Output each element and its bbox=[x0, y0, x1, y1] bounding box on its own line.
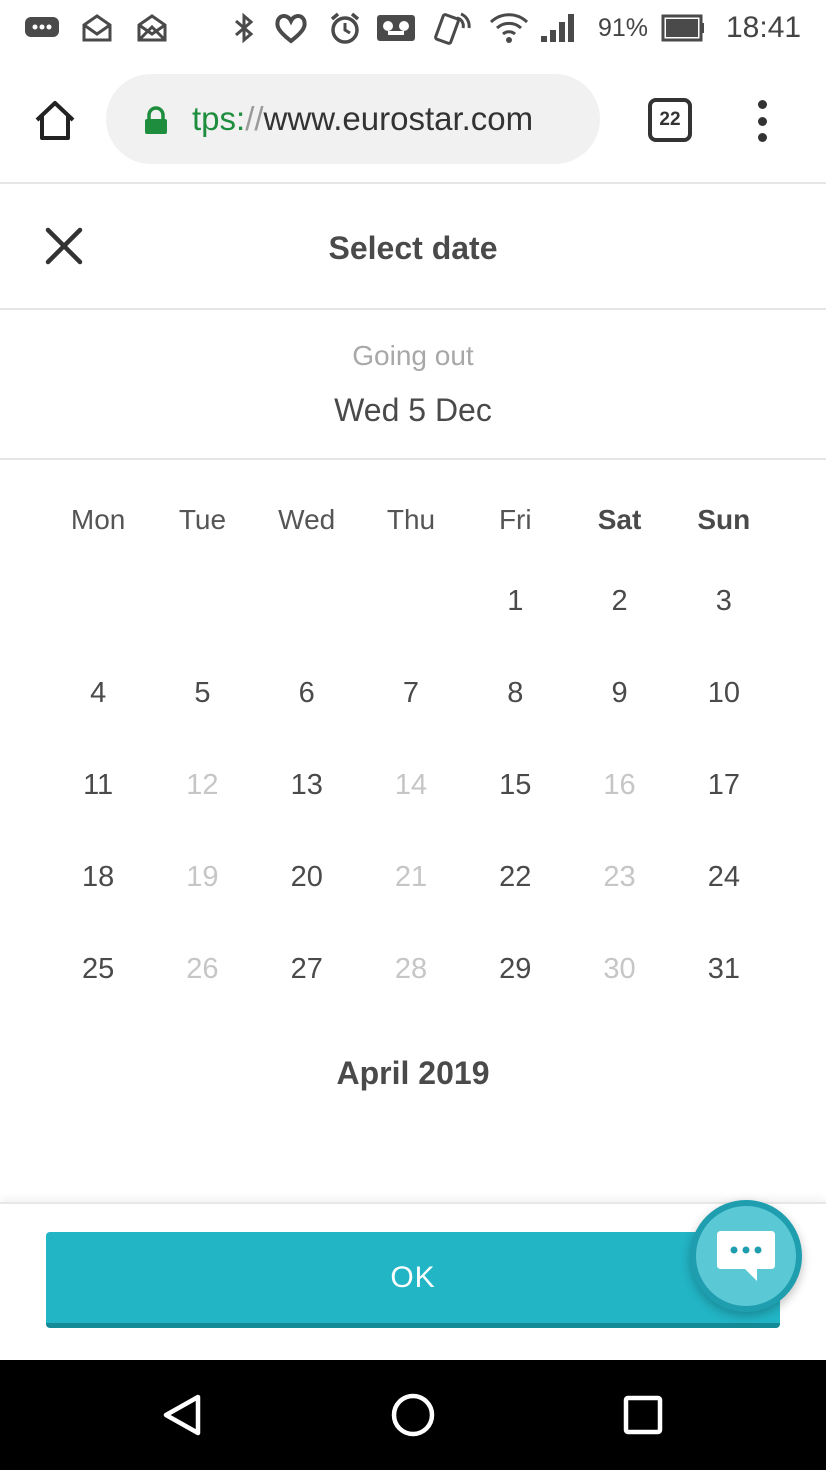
weekday-header: Mon Tue Wed Thu Fri Sat Sun bbox=[46, 495, 776, 545]
weekday-wed: Wed bbox=[278, 504, 336, 535]
signal-icon bbox=[538, 10, 578, 46]
calendar-week-row: 25 26 27 28 29 30 31 bbox=[46, 923, 776, 1015]
page-title: Select date bbox=[328, 230, 498, 266]
calendar-week-row: 11 12 13 14 15 16 17 bbox=[46, 739, 776, 831]
going-out-date: Wed 5 Dec bbox=[334, 392, 492, 428]
calendar-day-25[interactable]: 25 bbox=[46, 923, 150, 1015]
heart-icon bbox=[272, 10, 310, 46]
calendar-day-8[interactable]: 8 bbox=[463, 647, 567, 739]
mail-notification-icon bbox=[80, 10, 114, 46]
url-host: www.eurostar.com bbox=[263, 100, 534, 137]
selected-date-summary: Going out Wed 5 Dec bbox=[0, 310, 826, 460]
calendar-day-15[interactable]: 15 bbox=[463, 739, 567, 831]
system-nav-bar bbox=[0, 1360, 826, 1470]
calendar-day-27[interactable]: 27 bbox=[255, 923, 359, 1015]
recents-button[interactable] bbox=[618, 1390, 668, 1440]
chat-bubble-icon bbox=[717, 1231, 775, 1281]
calendar-day-20[interactable]: 20 bbox=[255, 831, 359, 923]
weekday-mon: Mon bbox=[70, 504, 126, 535]
nfc-icon bbox=[432, 10, 476, 46]
calendar-empty-cell bbox=[359, 555, 463, 647]
calendar-day-14: 14 bbox=[394, 769, 428, 801]
home-circle-icon bbox=[391, 1393, 435, 1437]
calendar-day-31[interactable]: 31 bbox=[672, 923, 776, 1015]
calendar-day-5[interactable]: 5 bbox=[150, 647, 254, 739]
calendar-week-row: 123 bbox=[46, 555, 776, 647]
battery-percent: 91% bbox=[598, 14, 649, 42]
date-picker-header: Select date bbox=[0, 186, 826, 310]
calendar-day-24[interactable]: 24 bbox=[672, 831, 776, 923]
calendar-day-9[interactable]: 9 bbox=[567, 647, 671, 739]
back-button[interactable] bbox=[158, 1390, 208, 1440]
overflow-menu-button[interactable] bbox=[744, 96, 780, 146]
calendar-empty-cell bbox=[150, 555, 254, 647]
calendar-day-10[interactable]: 10 bbox=[672, 647, 776, 739]
ok-button[interactable]: OK bbox=[46, 1232, 780, 1328]
calendar-grid: 1 2 3 4 5 6 7 8 9 10 11 12 13 14 15 16 17 18 19 20 21 22 23 24 2… bbox=[46, 555, 776, 1015]
tab-switcher-button[interactable]: 22 bbox=[648, 98, 692, 142]
calendar-day-28: 28 bbox=[394, 953, 428, 985]
calendar-empty-cell bbox=[255, 555, 359, 647]
back-icon bbox=[163, 1394, 201, 1436]
calendar-day-29[interactable]: 29 bbox=[463, 923, 567, 1015]
weekday-sat: Sat bbox=[597, 504, 642, 535]
recents-icon bbox=[623, 1395, 663, 1435]
calendar-day-13[interactable]: 13 bbox=[255, 739, 359, 831]
wifi-icon bbox=[488, 10, 530, 46]
url-separator: // bbox=[245, 100, 264, 137]
calendar-day-2[interactable]: 2 bbox=[567, 555, 671, 647]
alarm-icon bbox=[326, 10, 364, 46]
weekday-sun: Sun bbox=[697, 504, 751, 535]
chat-notification-icon bbox=[22, 10, 62, 46]
menu-dot bbox=[757, 116, 767, 126]
calendar-day-1[interactable]: 1 bbox=[463, 555, 567, 647]
weekday-thu: Thu bbox=[386, 504, 436, 535]
home-nav-button[interactable] bbox=[388, 1390, 438, 1440]
month-heading: April 2019 bbox=[336, 1055, 490, 1091]
calendar-day-4[interactable]: 4 bbox=[46, 647, 150, 739]
calendar-day-16: 16 bbox=[603, 769, 636, 801]
address-bar[interactable]: tps://www.eurostar.com bbox=[106, 74, 600, 164]
mail-notification-icon bbox=[135, 10, 169, 46]
browser-toolbar: tps://www.eurostar.com 22 bbox=[0, 56, 826, 184]
weekday-tue: Tue bbox=[178, 504, 227, 535]
clock: 18:41 bbox=[726, 11, 802, 44]
weekday-fri: Fri bbox=[498, 504, 532, 535]
calendar-day-6[interactable]: 6 bbox=[255, 647, 359, 739]
calendar-day-18[interactable]: 18 bbox=[46, 831, 150, 923]
going-out-label: Going out bbox=[352, 340, 474, 371]
calendar-day-22[interactable]: 22 bbox=[463, 831, 567, 923]
chat-button[interactable] bbox=[690, 1200, 802, 1312]
lock-icon bbox=[145, 106, 167, 134]
url-text: tps://www.eurostar.com bbox=[192, 74, 533, 164]
calendar-week-row: 4 5 6 7 8 9 10 bbox=[46, 647, 776, 739]
calendar-day-30: 30 bbox=[603, 953, 636, 985]
calendar-day-17[interactable]: 17 bbox=[672, 739, 776, 831]
home-icon bbox=[35, 101, 75, 140]
calendar-day-12: 12 bbox=[186, 769, 219, 801]
calendar-day-19: 19 bbox=[186, 861, 219, 893]
calendar-empty-cell bbox=[46, 555, 150, 647]
calendar-week-row: 18 19 20 21 22 23 24 bbox=[46, 831, 776, 923]
calendar-day-11[interactable]: 11 bbox=[46, 739, 150, 831]
calendar-day-3[interactable]: 3 bbox=[672, 555, 776, 647]
calendar-day-23: 23 bbox=[603, 861, 636, 893]
url-scheme: tps: bbox=[192, 100, 246, 137]
menu-dot bbox=[757, 133, 767, 142]
voicemail-icon bbox=[374, 10, 418, 46]
status-bar: 91% 18:41 bbox=[0, 0, 826, 56]
menu-dot bbox=[757, 100, 767, 109]
calendar-day-26: 26 bbox=[186, 953, 219, 985]
battery-icon bbox=[660, 10, 706, 46]
bluetooth-icon bbox=[230, 10, 258, 46]
calendar-day-21: 21 bbox=[394, 861, 428, 893]
home-button[interactable] bbox=[30, 96, 80, 146]
calendar-day-7[interactable]: 7 bbox=[359, 647, 463, 739]
